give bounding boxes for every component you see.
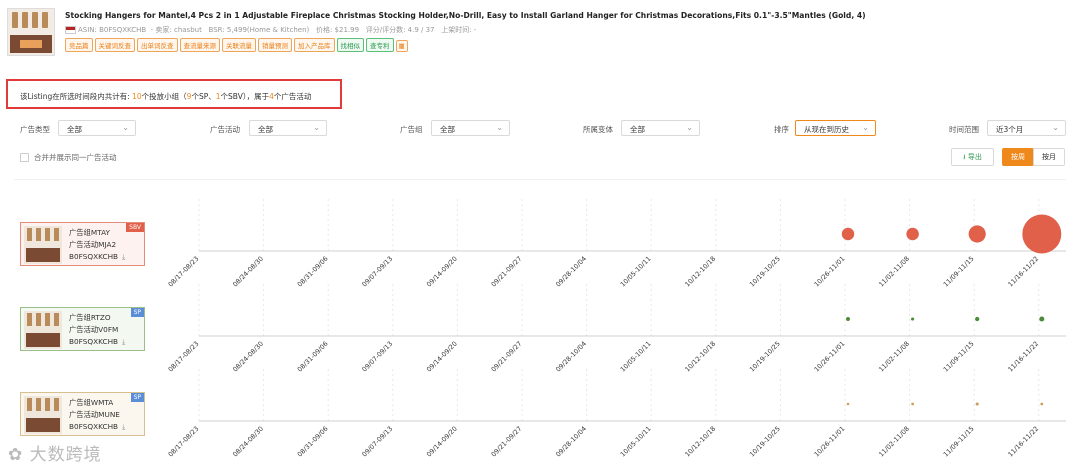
data-bubble bbox=[911, 402, 914, 406]
ad-group-card[interactable]: SP 广告组RTZO 广告活动V0FM B0FSQXKCHB ⤓ bbox=[20, 307, 145, 351]
x-tick-label: 09/28-10/04 bbox=[554, 340, 588, 374]
x-tick-label: 09/28-10/04 bbox=[554, 255, 588, 289]
x-tick-label: 08/24-08/30 bbox=[231, 425, 265, 459]
x-tick-label: 10/19-10/25 bbox=[748, 255, 782, 289]
x-tick-label: 10/05-10/11 bbox=[619, 425, 653, 459]
x-tick-label: 09/21-09/27 bbox=[490, 425, 524, 459]
x-tick-label: 10/19-10/25 bbox=[748, 340, 782, 374]
download-icon[interactable]: ⤓ bbox=[122, 423, 125, 431]
product-thumbnail bbox=[24, 311, 62, 349]
x-tick-label: 11/02-11/08 bbox=[877, 340, 911, 374]
x-tick-label: 10/12-10/18 bbox=[683, 425, 717, 459]
x-tick-label: 10/12-10/18 bbox=[683, 340, 717, 374]
x-tick-label: 08/31-09/06 bbox=[296, 255, 330, 289]
ad-group-name[interactable]: 广告组RTZO bbox=[69, 313, 111, 323]
ad-type-badge: SP bbox=[130, 393, 144, 402]
download-icon[interactable]: ⤓ bbox=[122, 253, 125, 261]
ad-group-name[interactable]: 广告组MTAY bbox=[69, 228, 110, 238]
x-tick-label: 11/09-11/15 bbox=[942, 425, 976, 459]
wechat-icon: ✿ bbox=[8, 445, 24, 465]
x-tick-label: 11/16-11/22 bbox=[1006, 425, 1040, 459]
x-tick-label: 09/21-09/27 bbox=[490, 255, 524, 289]
x-tick-label: 11/09-11/15 bbox=[942, 340, 976, 374]
ad-group-card[interactable]: SBV 广告组MTAY 广告活动MJA2 B0FSQXKCHB ⤓ bbox=[20, 222, 145, 266]
x-tick-label: 08/17-08/23 bbox=[167, 425, 201, 459]
data-bubble bbox=[968, 225, 986, 243]
ad-group-card[interactable]: SP 广告组WMTA 广告活动MUNE B0FSQXKCHB ⤓ bbox=[20, 392, 145, 436]
data-bubble bbox=[846, 317, 850, 321]
asin[interactable]: B0FSQXKCHB bbox=[69, 422, 118, 431]
ad-timeline-chart: 08/17-08/23 08/24-08/30 08/31-09/06 09/07-0… bbox=[167, 199, 1066, 459]
x-tick-label: 09/07-09/13 bbox=[360, 255, 394, 289]
x-tick-label: 09/28-10/04 bbox=[554, 425, 588, 459]
campaign-name[interactable]: 广告活动V0FM bbox=[69, 325, 118, 335]
data-bubble bbox=[1040, 402, 1044, 406]
x-tick-label: 11/16-11/22 bbox=[1006, 255, 1040, 289]
data-bubble bbox=[1022, 214, 1062, 254]
x-tick-label: 11/02-11/08 bbox=[877, 255, 911, 289]
x-tick-label: 10/05-10/11 bbox=[619, 340, 653, 374]
asin[interactable]: B0FSQXKCHB bbox=[69, 252, 118, 261]
data-bubble bbox=[1039, 316, 1045, 322]
data-bubble bbox=[911, 317, 915, 321]
x-tick-label: 08/17-08/23 bbox=[167, 340, 201, 374]
x-tick-label: 09/14-09/20 bbox=[425, 425, 459, 459]
x-tick-label: 09/14-09/20 bbox=[425, 340, 459, 374]
data-bubble bbox=[846, 402, 850, 406]
x-tick-label: 09/14-09/20 bbox=[425, 255, 459, 289]
x-tick-label: 09/07-09/13 bbox=[360, 425, 394, 459]
data-bubble bbox=[975, 316, 980, 322]
watermark-logo: ✿ 大数跨境 bbox=[8, 445, 102, 465]
campaign-name[interactable]: 广告活动MJA2 bbox=[69, 240, 116, 250]
x-tick-label: 11/16-11/22 bbox=[1006, 340, 1040, 374]
ad-group-name[interactable]: 广告组WMTA bbox=[69, 398, 113, 408]
x-tick-label: 09/21-09/27 bbox=[490, 340, 524, 374]
x-tick-label: 08/31-09/06 bbox=[296, 425, 330, 459]
ad-type-badge: SBV bbox=[126, 223, 144, 232]
x-tick-label: 11/09-11/15 bbox=[942, 255, 976, 289]
x-tick-label: 10/19-10/25 bbox=[748, 425, 782, 459]
asin[interactable]: B0FSQXKCHB bbox=[69, 337, 118, 346]
x-tick-label: 08/31-09/06 bbox=[296, 340, 330, 374]
x-tick-label: 08/24-08/30 bbox=[231, 340, 265, 374]
x-tick-label: 08/24-08/30 bbox=[231, 255, 265, 289]
data-bubble bbox=[906, 227, 919, 241]
x-tick-label: 10/05-10/11 bbox=[619, 255, 653, 289]
x-tick-label: 11/02-11/08 bbox=[877, 425, 911, 459]
ad-type-badge: SP bbox=[130, 308, 144, 317]
data-bubble bbox=[841, 227, 855, 241]
x-tick-label: 10/26-11/01 bbox=[813, 425, 847, 459]
product-thumbnail bbox=[24, 226, 62, 264]
x-tick-label: 08/17-08/23 bbox=[167, 255, 201, 289]
x-tick-label: 10/26-11/01 bbox=[813, 255, 847, 289]
x-tick-label: 10/12-10/18 bbox=[683, 255, 717, 289]
x-tick-label: 09/07-09/13 bbox=[360, 340, 394, 374]
data-bubble bbox=[975, 402, 979, 406]
product-thumbnail bbox=[24, 396, 62, 434]
x-tick-label: 10/26-11/01 bbox=[813, 340, 847, 374]
download-icon[interactable]: ⤓ bbox=[122, 338, 125, 346]
campaign-name[interactable]: 广告活动MUNE bbox=[69, 410, 120, 420]
